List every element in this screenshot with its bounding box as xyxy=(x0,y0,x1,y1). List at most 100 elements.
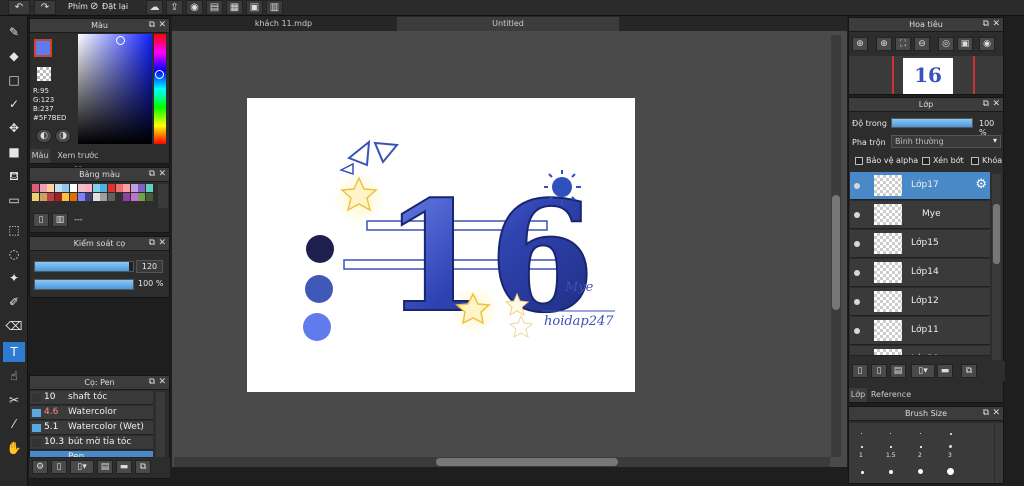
grid-button[interactable]: ▥ xyxy=(266,0,283,15)
vertical-scrollbar[interactable] xyxy=(831,35,841,457)
panel-button[interactable]: ▤ xyxy=(206,0,223,15)
layer-row[interactable]: Lớp12 xyxy=(850,288,990,316)
palette-swatch[interactable] xyxy=(123,193,131,201)
new-brush-button[interactable]: ▯ xyxy=(51,460,67,474)
reset-view-button[interactable]: ▣ xyxy=(957,37,973,51)
palette-swatch[interactable] xyxy=(92,193,100,201)
tab-document-untitled[interactable]: Untitled xyxy=(397,17,619,31)
palette-swatch[interactable] xyxy=(32,184,39,192)
palette-swatch[interactable] xyxy=(77,184,85,192)
navigator-preview-area[interactable]: 16 xyxy=(849,56,1003,94)
float-icon[interactable]: ⧉ xyxy=(983,19,989,30)
palette-swatch[interactable] xyxy=(77,193,85,201)
close-icon[interactable]: ✕ xyxy=(992,408,1000,419)
palette-swatch[interactable] xyxy=(39,184,47,192)
delete-palette-button[interactable]: ▥ xyxy=(52,213,68,227)
new-layer-button[interactable]: ▯ xyxy=(852,364,868,378)
layer-folder-button[interactable]: ▬ xyxy=(937,364,953,378)
comment-button[interactable]: ◉ xyxy=(186,0,203,15)
palette-swatch[interactable] xyxy=(100,193,108,201)
divide-tool[interactable]: ✂ xyxy=(3,390,25,410)
lock-checkbox[interactable] xyxy=(971,157,979,165)
float-icon[interactable]: ⧉ xyxy=(983,408,989,419)
horizontal-scroll-thumb[interactable] xyxy=(436,458,618,466)
size-dot[interactable] xyxy=(861,446,863,448)
brush-size-scrollbar[interactable] xyxy=(995,423,1003,483)
duplicate-brush-button[interactable]: ⧉ xyxy=(135,460,151,474)
new-palette-button[interactable]: ▯ xyxy=(33,213,49,227)
zoom-out-button[interactable]: ⊖ xyxy=(914,37,930,51)
select-pen-tool[interactable]: ✐ xyxy=(3,292,25,312)
layer-row[interactable]: Lớp15 xyxy=(850,230,990,258)
palette-swatch[interactable] xyxy=(138,193,146,201)
layer-row[interactable]: Mye xyxy=(850,201,990,229)
brush-list-item[interactable]: 5.1 Watercolor (Wet) xyxy=(30,421,153,435)
visibility-eye-icon[interactable] xyxy=(854,183,860,189)
palette-swatch[interactable] xyxy=(108,184,115,192)
layer-settings-gear-icon[interactable]: ⚙ xyxy=(975,177,987,192)
cloud-button[interactable]: ☁ xyxy=(146,0,163,15)
palette-swatch[interactable] xyxy=(123,184,131,192)
palette-swatch[interactable] xyxy=(70,184,77,192)
layer-row[interactable]: Lớp17 ⚙ xyxy=(850,172,990,200)
brush-settings-button[interactable]: ⚙ xyxy=(32,460,48,474)
palette-swatch[interactable] xyxy=(130,184,138,192)
visibility-eye-icon[interactable] xyxy=(854,270,860,276)
tab-color[interactable]: Màu xyxy=(30,149,50,163)
operation-tool[interactable]: ☝ xyxy=(3,366,25,386)
brush-properties-button[interactable]: ▤ xyxy=(97,460,113,474)
float-icon[interactable]: ⧉ xyxy=(149,238,155,249)
select-eraser-tool[interactable]: ⌫ xyxy=(3,316,25,336)
hand-tool[interactable]: ✋ xyxy=(3,438,25,458)
palette-swatch[interactable] xyxy=(100,184,108,192)
palette-swatch[interactable] xyxy=(47,193,55,201)
brush-list-scrollbar[interactable] xyxy=(156,392,165,457)
brush-tool[interactable]: ✎ xyxy=(3,22,25,42)
palette-swatch[interactable] xyxy=(32,193,39,201)
tab-layers[interactable]: Lớp xyxy=(849,388,867,402)
visibility-eye-icon[interactable] xyxy=(854,328,860,334)
undo-button[interactable]: ↶ xyxy=(8,0,30,15)
size-dot[interactable] xyxy=(861,433,862,434)
palette-swatch[interactable] xyxy=(146,184,153,192)
close-icon[interactable]: ✕ xyxy=(158,238,166,249)
drawing-canvas[interactable]: 16 Mye hoidap247 xyxy=(247,98,635,392)
lasso-tool[interactable]: ✓ xyxy=(3,94,25,114)
brush-opacity-slider[interactable] xyxy=(34,279,134,290)
hue-slider[interactable] xyxy=(154,34,166,144)
select-tool[interactable]: ⬚ xyxy=(3,220,25,240)
add-brush-dropdown[interactable]: ▯▾ xyxy=(70,460,94,474)
size-dot[interactable] xyxy=(890,433,891,434)
color-picker-cursor[interactable] xyxy=(116,36,125,45)
visibility-eye-icon[interactable] xyxy=(854,299,860,305)
merge-layer-button[interactable]: ⧉ xyxy=(961,364,977,378)
brush-list-item[interactable]: 4.6 Watercolor xyxy=(30,406,153,420)
size-dot[interactable] xyxy=(949,445,952,448)
tab-brush-preview[interactable]: Xem trước cọ xyxy=(52,149,104,173)
brush-list-item[interactable]: Pen xyxy=(30,451,153,458)
brush-list-item[interactable]: 10 shaft tóc xyxy=(30,391,153,405)
layer-opacity-slider[interactable] xyxy=(891,118,973,128)
rotate-button[interactable]: ◎ xyxy=(938,37,954,51)
palette-swatch[interactable] xyxy=(115,193,123,201)
brush-list-item[interactable]: 10.3 bút mờ tỉa tóc xyxy=(30,436,153,450)
tab-reference[interactable]: Reference xyxy=(869,388,913,402)
new-layer-alt-button[interactable]: ▯ xyxy=(871,364,887,378)
size-dot[interactable] xyxy=(920,433,921,434)
layers-scroll-thumb[interactable] xyxy=(993,204,1000,264)
protect-alpha-checkbox[interactable] xyxy=(855,157,863,165)
zoom-in-alt-button[interactable]: ⊕ xyxy=(876,37,892,51)
size-dot[interactable] xyxy=(889,470,893,474)
close-icon[interactable]: ✕ xyxy=(992,99,1000,110)
float-icon[interactable]: ⧉ xyxy=(149,377,155,388)
size-dot[interactable] xyxy=(920,446,922,448)
gradient-tool[interactable]: ▭ xyxy=(3,190,25,210)
float-icon[interactable]: ⧉ xyxy=(149,20,155,31)
close-icon[interactable]: ✕ xyxy=(992,19,1000,30)
reset-button[interactable]: ⊘ Đặt lại xyxy=(90,0,130,15)
secondary-color-swatch[interactable] xyxy=(37,67,51,81)
float-icon[interactable]: ⧉ xyxy=(149,169,155,180)
color-history-button[interactable]: ◑ xyxy=(55,129,71,143)
brush-size-grid[interactable]: 1 1.5 2 3 xyxy=(849,423,994,483)
tab-document-khach11[interactable]: khách 11.mdp xyxy=(172,17,395,31)
